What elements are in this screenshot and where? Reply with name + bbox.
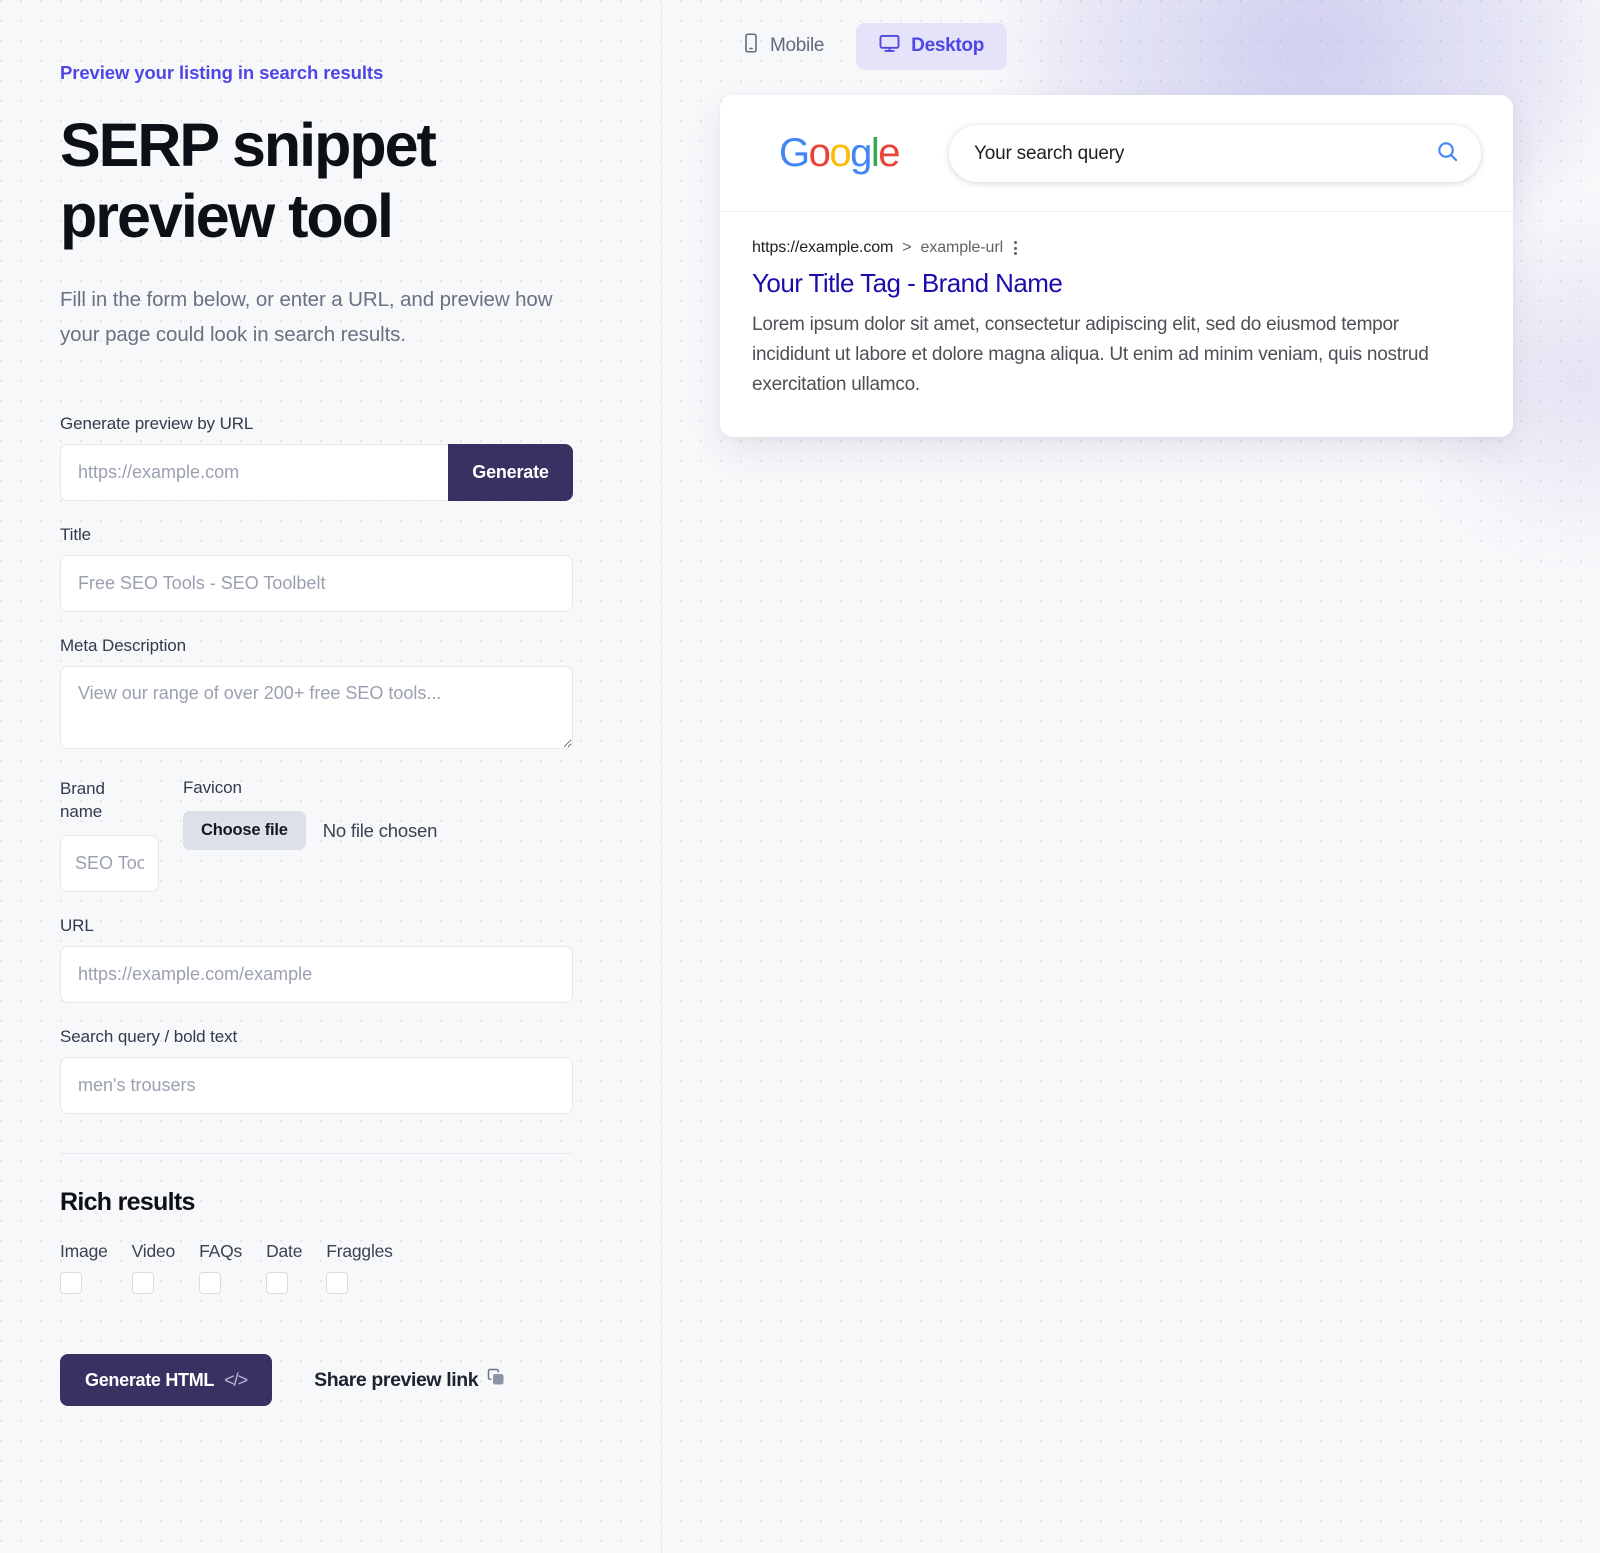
rich-result-option-video: Video [131, 1241, 176, 1295]
brand-name-input[interactable] [60, 835, 159, 893]
page-intro: Fill in the form below, or enter a URL, … [60, 287, 553, 346]
checkbox-faqs[interactable] [199, 1272, 222, 1295]
checkbox-fraggles[interactable] [326, 1272, 349, 1295]
rich-result-option-fraggles: Fraggles [326, 1241, 393, 1295]
rich-results-heading: Rich results [60, 1188, 195, 1217]
generate-button[interactable]: Generate [448, 444, 573, 501]
section-divider [60, 1153, 573, 1155]
generate-html-label: Generate HTML [85, 1369, 215, 1390]
tab-mobile-label: Mobile [770, 35, 825, 56]
serp-result-description: Lorem ipsum dolor sit amet, consectetur … [752, 313, 1429, 395]
google-search-bar[interactable]: Your search query [949, 125, 1481, 182]
label-brand-name: Brand name [60, 779, 105, 821]
google-logo-letter: G [779, 131, 810, 175]
brand-favicon-row: Brand name Favicon Choose file No file c… [60, 778, 601, 893]
serp-preview-card: Google Your search query https://example… [720, 95, 1513, 438]
url-generate-group: Generate [60, 444, 573, 501]
checkbox-image[interactable] [60, 1272, 82, 1295]
google-logo-letter: o [808, 131, 831, 175]
google-logo-letter: e [878, 131, 900, 175]
label-meta-description: Meta Description [60, 636, 186, 655]
field-title: Title [60, 525, 601, 612]
preview-panel: Mobile Desktop Google Your search query [662, 0, 1600, 1553]
rich-result-label: Fraggles [326, 1241, 393, 1262]
google-search-value: Your search query [974, 142, 1125, 164]
search-query-input[interactable] [60, 1057, 573, 1115]
title-input[interactable] [60, 555, 573, 612]
page-title: SERP snippet preview tool [60, 111, 437, 250]
field-search-query: Search query / bold text [60, 1027, 601, 1115]
app-root: Preview your listing in search results S… [0, 0, 1600, 1553]
serp-url-row: https://example.com > example-url [752, 239, 1481, 257]
kebab-dot [1014, 246, 1018, 250]
serp-separator: > [902, 239, 912, 256]
rich-result-label: Image [60, 1241, 108, 1262]
field-favicon: Favicon Choose file No file chosen [183, 778, 437, 850]
rich-result-label: Date [266, 1241, 303, 1262]
choose-file-button[interactable]: Choose file [183, 811, 306, 850]
tab-mobile[interactable]: Mobile [720, 22, 847, 70]
google-logo-letter: g [850, 131, 872, 175]
label-search-query: Search query / bold text [60, 1027, 238, 1047]
mobile-icon [743, 33, 759, 59]
kebab-menu-icon[interactable] [1012, 239, 1019, 257]
checkbox-date[interactable] [266, 1272, 289, 1295]
rich-result-option-faqs: FAQs [199, 1241, 243, 1295]
form-panel: Preview your listing in search results S… [0, 0, 662, 1553]
kebab-dot [1014, 241, 1018, 244]
tab-desktop[interactable]: Desktop [856, 22, 1008, 70]
rich-result-label: Video [131, 1241, 176, 1262]
rich-result-option-image: Image [60, 1241, 108, 1295]
form-actions: Generate HTML </> Share preview link [60, 1354, 601, 1407]
share-preview-link[interactable]: Share preview link [314, 1368, 505, 1392]
label-url: URL [60, 916, 94, 936]
serp-header: Google Your search query [720, 95, 1513, 212]
label-generate-by-url: Generate preview by URL [60, 414, 254, 433]
copy-icon [487, 1368, 505, 1392]
google-logo: Google [779, 131, 900, 176]
favicon-file-status: No file chosen [322, 819, 438, 841]
serp-form: Generate preview by URL Generate Title M… [60, 414, 601, 1407]
desktop-icon [879, 34, 900, 59]
checkbox-video[interactable] [131, 1272, 154, 1295]
code-icon: </> [224, 1369, 248, 1390]
field-url: URL [60, 916, 601, 1004]
generate-html-button[interactable]: Generate HTML </> [60, 1354, 273, 1407]
google-logo-letter: o [829, 131, 851, 175]
generate-url-input[interactable] [60, 444, 448, 501]
rich-result-label: FAQs [199, 1241, 243, 1262]
share-preview-label: Share preview link [314, 1368, 479, 1391]
rich-result-option-date: Date [266, 1241, 303, 1295]
rich-results-options: Image Video FAQs Date Fraggles [60, 1241, 601, 1295]
device-tabs: Mobile Desktop [720, 22, 1600, 70]
url-input[interactable] [60, 946, 573, 1004]
serp-result: https://example.com > example-url Your T… [720, 212, 1513, 437]
field-brand-name: Brand name [60, 778, 183, 893]
label-favicon: Favicon [183, 778, 242, 797]
page-eyebrow: Preview your listing in search results [60, 62, 384, 83]
serp-domain: https://example.com [752, 239, 894, 256]
kebab-dot [1014, 252, 1018, 255]
field-meta-description: Meta Description [60, 636, 601, 754]
search-icon[interactable] [1436, 140, 1459, 168]
favicon-file-row: Choose file No file chosen [183, 811, 437, 850]
meta-description-input[interactable] [60, 666, 573, 749]
serp-result-title[interactable]: Your Title Tag - Brand Name [752, 267, 1481, 300]
label-title: Title [60, 525, 91, 544]
serp-path: example-url [920, 239, 1004, 256]
tab-desktop-label: Desktop [911, 35, 985, 56]
field-generate-by-url: Generate preview by URL Generate [60, 414, 601, 501]
